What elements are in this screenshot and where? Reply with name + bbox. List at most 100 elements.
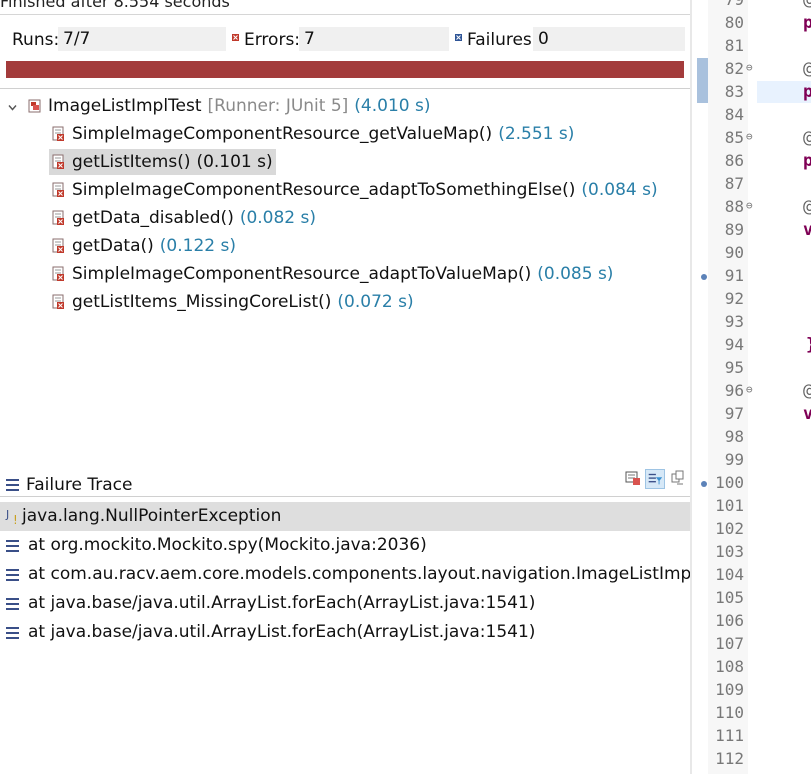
- test-case-node[interactable]: SimpleImageComponentResource_adaptToSome…: [52, 177, 658, 203]
- code-fragment: @: [803, 0, 811, 10]
- trace-text: java.lang.NullPointerException: [22, 506, 282, 526]
- divider: [0, 88, 690, 89]
- line-number: 80: [724, 13, 744, 32]
- code-fragment: p: [803, 82, 811, 102]
- line-number: 98: [724, 427, 744, 446]
- failures-value: 0: [533, 27, 685, 51]
- suite-time: (4.010 s): [354, 96, 431, 116]
- test-error-icon: [52, 266, 66, 282]
- test-time: (0.122 s): [159, 236, 236, 256]
- runs-value: 7/7: [58, 27, 226, 51]
- divider: [0, 14, 690, 15]
- line-number: 82: [724, 59, 744, 78]
- stack-frame-icon: [6, 540, 19, 552]
- test-time: (0.101 s): [196, 152, 273, 172]
- test-case-node[interactable]: SimpleImageComponentResource_adaptToValu…: [52, 261, 613, 287]
- test-name: SimpleImageComponentResource_adaptToValu…: [72, 264, 532, 284]
- test-time: (0.082 s): [239, 208, 317, 228]
- code-fragment: }: [806, 335, 811, 355]
- test-time: (0.084 s): [581, 180, 658, 200]
- test-progress-bar: [6, 61, 684, 78]
- overview-ruler[interactable]: [692, 0, 709, 774]
- line-number: 109: [715, 680, 744, 699]
- line-number: 108: [715, 657, 744, 676]
- fold-collapse-icon[interactable]: ⊖: [746, 130, 753, 143]
- line-number: 91: [724, 266, 744, 285]
- failure-count-icon: [455, 34, 462, 41]
- stack-frame-icon: [6, 569, 19, 581]
- fold-collapse-icon[interactable]: ⊖: [746, 199, 753, 212]
- line-number: 106: [715, 611, 744, 630]
- junit-view: Finished after 8.554 seconds Runs: 7/7 E…: [0, 0, 690, 774]
- test-error-icon: [52, 210, 66, 226]
- line-number: 99: [724, 450, 744, 469]
- code-fragment: @: [803, 381, 811, 401]
- errors-value: 7: [299, 27, 449, 51]
- errors-label: Errors:: [244, 30, 301, 50]
- line-number: 83: [724, 82, 744, 101]
- line-number: 90: [724, 243, 744, 262]
- line-number: 94: [724, 335, 744, 354]
- trace-line[interactable]: at com.au.racv.aem.core.models.component…: [0, 560, 690, 589]
- code-fragment: p: [803, 13, 811, 33]
- java-exception-icon-mark: !: [13, 513, 18, 527]
- line-number: 81: [724, 36, 744, 55]
- line-number: 93: [724, 312, 744, 331]
- code-fragment: @: [803, 128, 811, 148]
- trace-line[interactable]: at org.mockito.Mockito.spy(Mockito.java:…: [0, 531, 690, 560]
- test-case-node[interactable]: getData_disabled() (0.082 s): [52, 205, 316, 231]
- code-fragment: v: [803, 404, 811, 424]
- line-number: 105: [715, 588, 744, 607]
- test-case-node[interactable]: getData() (0.122 s): [52, 233, 236, 259]
- error-count-icon: [232, 34, 239, 41]
- test-case-node[interactable]: getListItems_MissingCoreList() (0.072 s): [52, 289, 414, 315]
- trace-text: at com.au.racv.aem.core.models.component…: [28, 564, 690, 584]
- line-number: 92: [724, 289, 744, 308]
- line-number: 88: [724, 197, 744, 216]
- fold-collapse-icon[interactable]: ⊖: [746, 61, 753, 74]
- breakpoint-marker-icon[interactable]: [701, 274, 707, 280]
- line-number: 103: [715, 542, 744, 561]
- test-error-icon: [52, 182, 66, 198]
- test-suite-error-icon: [28, 98, 42, 114]
- copy-trace-icon[interactable]: [668, 469, 688, 489]
- line-number: 101: [715, 496, 744, 515]
- trace-line[interactable]: at java.base/java.util.ArrayList.forEach…: [0, 618, 690, 647]
- chevron-down-icon[interactable]: [8, 103, 17, 112]
- stack-list-icon: [6, 479, 19, 491]
- line-number: 107: [715, 634, 744, 653]
- code-editor[interactable]: 79808182⊖838485⊖868788⊖8990919293949596⊖…: [692, 0, 811, 774]
- line-number: 100: [715, 473, 744, 492]
- code-fragment: @: [803, 197, 811, 217]
- runs-label: Runs:: [12, 30, 60, 50]
- test-error-icon: [52, 154, 66, 170]
- test-error-icon: [52, 238, 66, 254]
- trace-text: at org.mockito.Mockito.spy(Mockito.java:…: [28, 535, 427, 555]
- line-number: 110: [715, 703, 744, 722]
- test-case-node[interactable]: SimpleImageComponentResource_getValueMap…: [52, 121, 574, 147]
- line-number: 104: [715, 565, 744, 584]
- breakpoint-marker-icon[interactable]: [701, 481, 707, 487]
- line-number: 95: [724, 358, 744, 377]
- suite-name: ImageListImplTest: [48, 96, 202, 116]
- code-fragment: p: [803, 151, 811, 171]
- test-error-icon: [52, 294, 66, 310]
- line-number: 112: [715, 749, 744, 768]
- test-case-node-selected[interactable]: getListItems() (0.101 s): [49, 149, 276, 175]
- line-number: 79: [708, 0, 744, 9]
- test-name: SimpleImageComponentResource_adaptToSome…: [72, 180, 576, 200]
- filter-stack-icon[interactable]: [645, 469, 665, 489]
- line-number: 111: [715, 726, 744, 745]
- failures-label: Failures:: [467, 30, 538, 50]
- line-number: 87: [724, 174, 744, 193]
- fold-collapse-icon[interactable]: ⊖: [746, 383, 753, 396]
- compare-result-icon[interactable]: [624, 469, 644, 489]
- line-number: 89: [724, 220, 744, 239]
- divider: [0, 496, 690, 497]
- trace-line-exception[interactable]: J ! java.lang.NullPointerException: [0, 502, 690, 531]
- test-suite-node[interactable]: ImageListImplTest [Runner: JUnit 5] (4.0…: [28, 93, 431, 119]
- java-exception-icon: J: [6, 508, 10, 521]
- failure-trace-title: Failure Trace: [26, 475, 133, 495]
- test-name: getListItems(): [72, 152, 191, 172]
- trace-line[interactable]: at java.base/java.util.ArrayList.forEach…: [0, 589, 690, 618]
